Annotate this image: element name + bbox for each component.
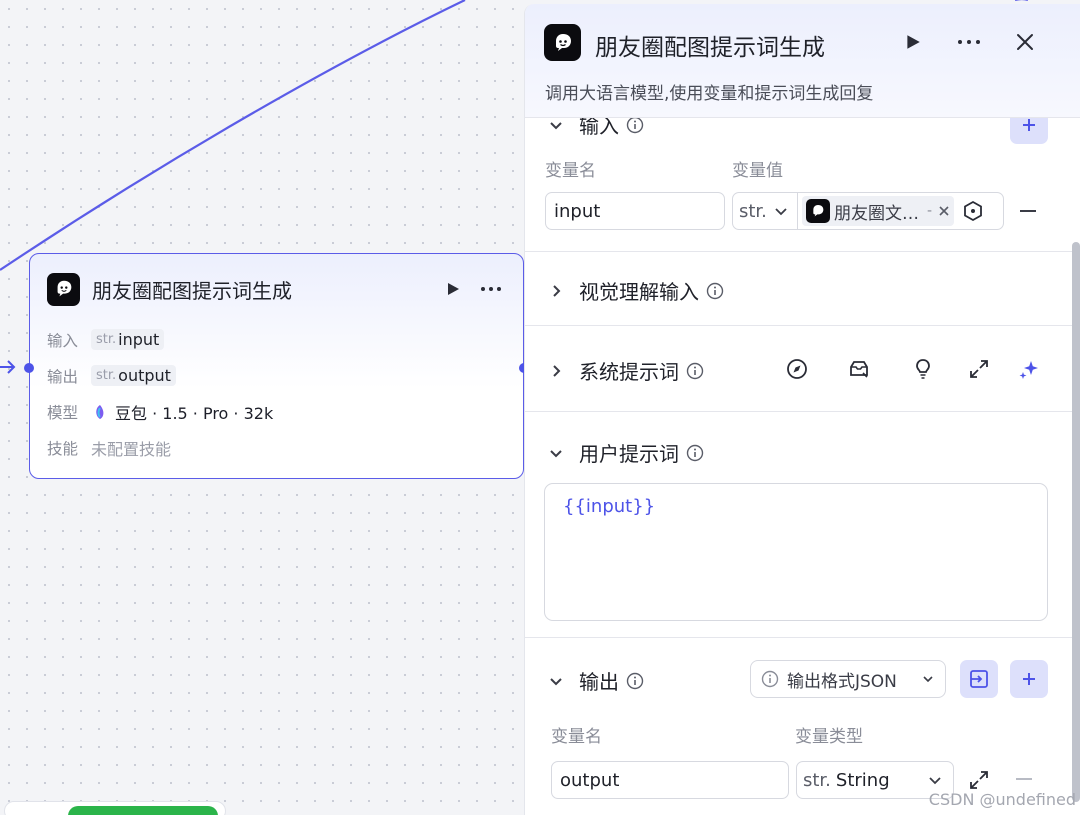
bottom-green-button[interactable] [68, 806, 218, 815]
info-icon[interactable] [626, 116, 644, 134]
node-title: 朋友圈配图提示词生成 [92, 278, 292, 303]
chevron-right-icon [553, 364, 561, 377]
run-node-icon[interactable] [439, 275, 467, 303]
more-options-icon[interactable] [477, 275, 505, 303]
vision-input-section: 视觉理解输入 [525, 252, 1072, 326]
output-section: 输出 输出格式JSON 变量名 变量类型 output str. String [525, 638, 1072, 815]
output-var-name-field[interactable]: output [551, 761, 789, 799]
close-icon[interactable] [1011, 28, 1039, 56]
node-skill-row: 技能 未配置技能 [47, 434, 273, 461]
input-var-value-field[interactable]: str. 朋友圈文… - [732, 192, 1004, 230]
skill-value: 未配置技能 [91, 439, 172, 459]
remove-output-icon[interactable] [1015, 777, 1033, 781]
output-format-select[interactable]: 输出格式JSON [750, 660, 946, 698]
chevron-down-icon [775, 208, 787, 216]
remove-reference-icon[interactable] [938, 205, 950, 217]
variable-reference-chip[interactable]: 朋友圈文… - [802, 196, 955, 226]
info-icon [761, 670, 779, 688]
panel-header: 朋友圈配图提示词生成 调用大语言模型,使用变量和提示词生成回复 [525, 4, 1080, 118]
panel-description: 调用大语言模型,使用变量和提示词生成回复 [545, 84, 874, 104]
ai-sparkle-icon[interactable] [1017, 358, 1041, 382]
vision-section-toggle[interactable]: 视觉理解输入 [547, 276, 724, 305]
output-section-toggle[interactable]: 输出 [547, 666, 644, 695]
expand-icon[interactable] [968, 358, 990, 380]
node-input-port[interactable] [24, 363, 34, 373]
prompt-library-icon[interactable] [848, 358, 870, 380]
info-icon[interactable] [686, 362, 704, 380]
user-prompt-editor[interactable]: {{input}} [544, 483, 1048, 621]
var-name-column-label: 变量名 [545, 161, 596, 181]
variable-picker-icon[interactable] [962, 200, 984, 222]
panel-more-icon[interactable] [955, 28, 983, 56]
model-value: 豆包 · 1.5 · Pro · 32k [115, 403, 274, 423]
panel-logo-icon [544, 24, 581, 61]
node-header: 朋友圈配图提示词生成 [47, 272, 505, 306]
output-type-column-label: 变量类型 [795, 727, 863, 747]
llm-node-card[interactable]: 朋友圈配图提示词生成 输入 str. input 输出 str. output 模型… [24, 253, 529, 479]
node-output-row: 输出 str. output [47, 362, 273, 389]
remove-input-icon[interactable] [1019, 209, 1037, 213]
system-prompt-section: 系统提示词 [525, 326, 1072, 412]
user-prompt-section: 用户提示词 {{input}} [525, 412, 1072, 638]
input-var-name-field[interactable]: input [545, 192, 725, 230]
expand-output-icon[interactable] [968, 769, 990, 791]
system-prompt-toggle[interactable]: 系统提示词 [547, 356, 704, 385]
output-name-column-label: 变量名 [551, 727, 602, 747]
app-logo-icon [47, 272, 80, 306]
add-output-button[interactable] [1010, 660, 1048, 698]
type-select[interactable]: str. [733, 193, 798, 229]
node-config-panel: 朋友圈配图提示词生成 调用大语言模型,使用变量和提示词生成回复 输入 变量名 变… [524, 4, 1080, 815]
import-output-button[interactable] [960, 660, 998, 698]
chevron-down-icon [550, 449, 562, 457]
watermark: CSDN @undefined [928, 790, 1076, 809]
user-prompt-toggle[interactable]: 用户提示词 [547, 438, 704, 467]
output-var-chip: str. output [91, 365, 176, 386]
chevron-right-icon [553, 284, 561, 297]
doubao-model-icon [96, 404, 104, 419]
lightbulb-icon[interactable] [912, 358, 934, 380]
var-value-column-label: 变量值 [732, 161, 783, 181]
info-icon[interactable] [706, 282, 724, 300]
node-model-row: 模型 豆包 · 1.5 · Pro · 32k [47, 398, 273, 425]
info-icon[interactable] [686, 444, 704, 462]
info-icon[interactable] [626, 672, 644, 690]
panel-run-icon[interactable] [899, 28, 927, 56]
chevron-down-icon [929, 777, 941, 785]
import-icon [970, 670, 988, 688]
input-var-chip: str. input [91, 329, 165, 350]
node-input-row: 输入 str. input [47, 326, 273, 353]
panel-scrollbar[interactable] [1072, 242, 1080, 802]
ref-node-logo-icon [806, 199, 830, 223]
input-section: 输入 变量名 变量值 input str. 朋友圈文… - [525, 100, 1072, 252]
compass-icon[interactable] [786, 358, 808, 380]
chevron-down-icon [923, 676, 933, 683]
panel-title: 朋友圈配图提示词生成 [595, 35, 825, 61]
chevron-down-icon [550, 677, 562, 685]
plus-icon [1023, 673, 1035, 685]
chevron-down-icon [550, 121, 562, 129]
